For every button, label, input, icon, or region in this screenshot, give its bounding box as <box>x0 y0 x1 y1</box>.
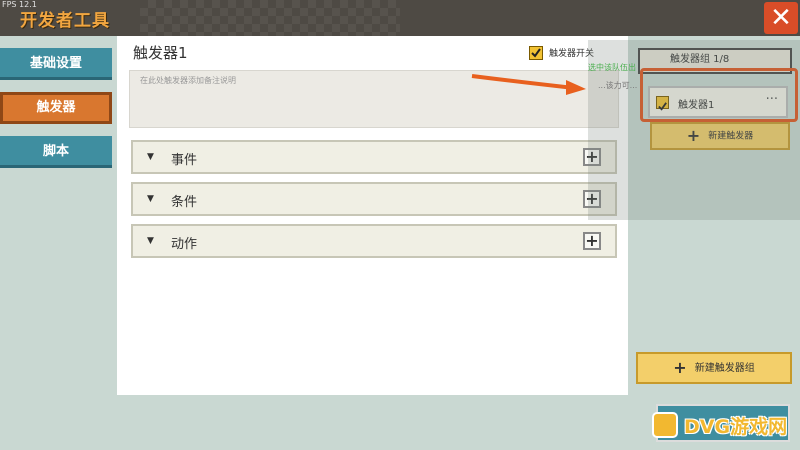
tutorial-tip-line1: 选中该队伍出 <box>588 63 636 72</box>
window-title: 开发者工具 <box>20 11 110 31</box>
trigger-name[interactable]: 触发器1 <box>133 42 188 63</box>
trigger-note-placeholder: 在此处触发器添加备注说明 <box>140 76 236 85</box>
new-trigger-group-button[interactable]: + 新建触发器组 <box>636 352 792 384</box>
chevron-down-icon: ▼ <box>147 194 154 204</box>
section-label: 事件 <box>171 153 198 168</box>
gamepad-icon <box>652 412 678 438</box>
title-bar: FPS 12.1 开发者工具 ✕ <box>0 0 800 36</box>
chevron-down-icon: ▼ <box>147 152 154 162</box>
close-button[interactable]: ✕ <box>764 2 798 34</box>
title-bar-pattern <box>140 0 400 36</box>
section-conditions[interactable]: ▼ 条件 + <box>131 182 617 216</box>
section-actions[interactable]: ▼ 动作 + <box>131 224 617 258</box>
sidebar-item-scripts[interactable]: 脚本 <box>0 136 112 168</box>
trigger-switch-checkbox[interactable] <box>529 46 543 60</box>
sidebar-item-basic-settings[interactable]: 基础设置 <box>0 48 112 80</box>
new-trigger-group-label: 新建触发器组 <box>694 363 755 374</box>
section-label: 动作 <box>171 237 198 252</box>
watermark-text: DVG游戏网 <box>684 416 788 438</box>
close-icon: ✕ <box>770 3 792 33</box>
watermark-logo: DVG游戏网 <box>652 410 800 440</box>
section-events[interactable]: ▼ 事件 + <box>131 140 617 174</box>
chevron-down-icon: ▼ <box>147 236 154 246</box>
sidebar-item-triggers[interactable]: 触发器 <box>0 92 112 124</box>
tutorial-tip-line2: ...该力可... <box>598 81 638 90</box>
section-label: 条件 <box>171 195 198 210</box>
add-action-button[interactable]: + <box>583 232 601 250</box>
plus-icon: + <box>673 358 687 377</box>
tutorial-arrow-icon <box>471 74 586 95</box>
